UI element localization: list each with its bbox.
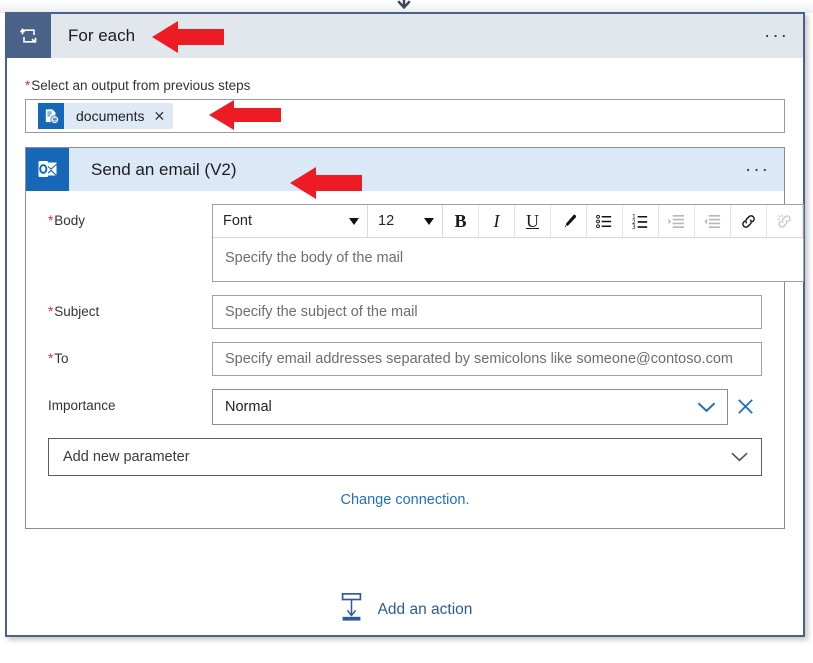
change-connection-link[interactable]: Change connection. [48,492,762,508]
editor-toolbar: Font 12 B I U [213,205,803,238]
outlook-icon [26,148,69,191]
bold-icon[interactable]: B [443,205,479,237]
insert-link-icon[interactable] [731,205,767,237]
subject-field: Specify the subject of the mail [212,295,762,329]
for-each-header[interactable]: For each ··· [7,14,803,58]
subject-input[interactable]: Specify the subject of the mail [212,295,762,329]
font-size-value: 12 [378,213,394,229]
importance-field: Normal [212,389,728,425]
send-email-title: Send an email (V2) [91,160,237,180]
rich-text-editor: Font 12 B I U [212,204,804,282]
required-asterisk: * [25,78,30,93]
for-each-overflow-menu[interactable]: ··· [764,27,789,46]
body-field: Font 12 B I U [212,204,804,282]
highlight-pen-icon[interactable] [551,205,587,237]
importance-select[interactable]: Normal [212,389,728,425]
font-size-select[interactable]: 12 [368,205,443,237]
required-asterisk: * [48,351,53,366]
documents-token-remove-icon[interactable]: ✕ [153,109,165,123]
remove-link-icon[interactable] [767,205,803,237]
insert-action-icon [338,592,365,627]
send-email-header[interactable]: Send an email (V2) ··· [26,148,784,191]
documents-token-label: documents [76,108,144,124]
send-email-overflow-menu[interactable]: ··· [745,160,770,179]
subject-label: *Subject [48,295,212,319]
font-family-value: Font [223,213,252,229]
bulleted-list-icon[interactable] [587,205,623,237]
add-new-parameter-label: Add new parameter [63,449,190,465]
for-each-body: *Select an output from previous steps do… [7,78,803,529]
font-family-select[interactable]: Font [213,205,368,237]
send-email-body: *Body Font 12 [26,191,784,528]
required-asterisk: * [48,213,53,228]
numbered-list-icon[interactable]: 1 2 3 [623,205,659,237]
required-asterisk: * [48,304,53,319]
body-placeholder[interactable]: Specify the body of the mail [213,238,803,281]
indent-increase-icon[interactable] [659,205,695,237]
to-field: Specify email addresses separated by sem… [212,342,762,376]
chevron-down-icon [696,400,717,414]
send-email-card: Send an email (V2) ··· *Body Font [25,147,785,529]
select-output-input[interactable]: documents ✕ [25,99,785,133]
loop-repeat-icon [7,14,51,58]
svg-text:3: 3 [632,224,636,230]
chevron-down-icon [730,451,749,463]
add-an-action-button[interactable]: Add an action [7,592,803,627]
italic-icon[interactable]: I [479,205,515,237]
importance-label: Importance [48,389,212,413]
body-row: *Body Font 12 [48,204,762,282]
importance-value: Normal [225,399,272,415]
for-each-card: For each ··· *Select an output from prev… [5,12,805,637]
add-an-action-label: Add an action [378,601,473,619]
indent-decrease-icon[interactable] [695,205,731,237]
for-each-title: For each [68,26,135,46]
to-input[interactable]: Specify email addresses separated by sem… [212,342,762,376]
chevron-down-icon [393,0,415,12]
importance-row: Importance Normal [48,389,762,425]
select-output-label: *Select an output from previous steps [25,78,785,93]
documents-list-icon [38,103,64,129]
to-label: *To [48,342,212,366]
chevron-down-icon [349,218,359,225]
chevron-down-icon [424,218,434,225]
body-label: *Body [48,204,212,228]
underline-icon[interactable]: U [515,205,551,237]
to-row: *To Specify email addresses separated by… [48,342,762,376]
importance-clear-icon[interactable] [728,389,762,416]
add-new-parameter-select[interactable]: Add new parameter [48,438,762,476]
subject-row: *Subject Specify the subject of the mail [48,295,762,329]
documents-token[interactable]: documents ✕ [38,103,173,129]
